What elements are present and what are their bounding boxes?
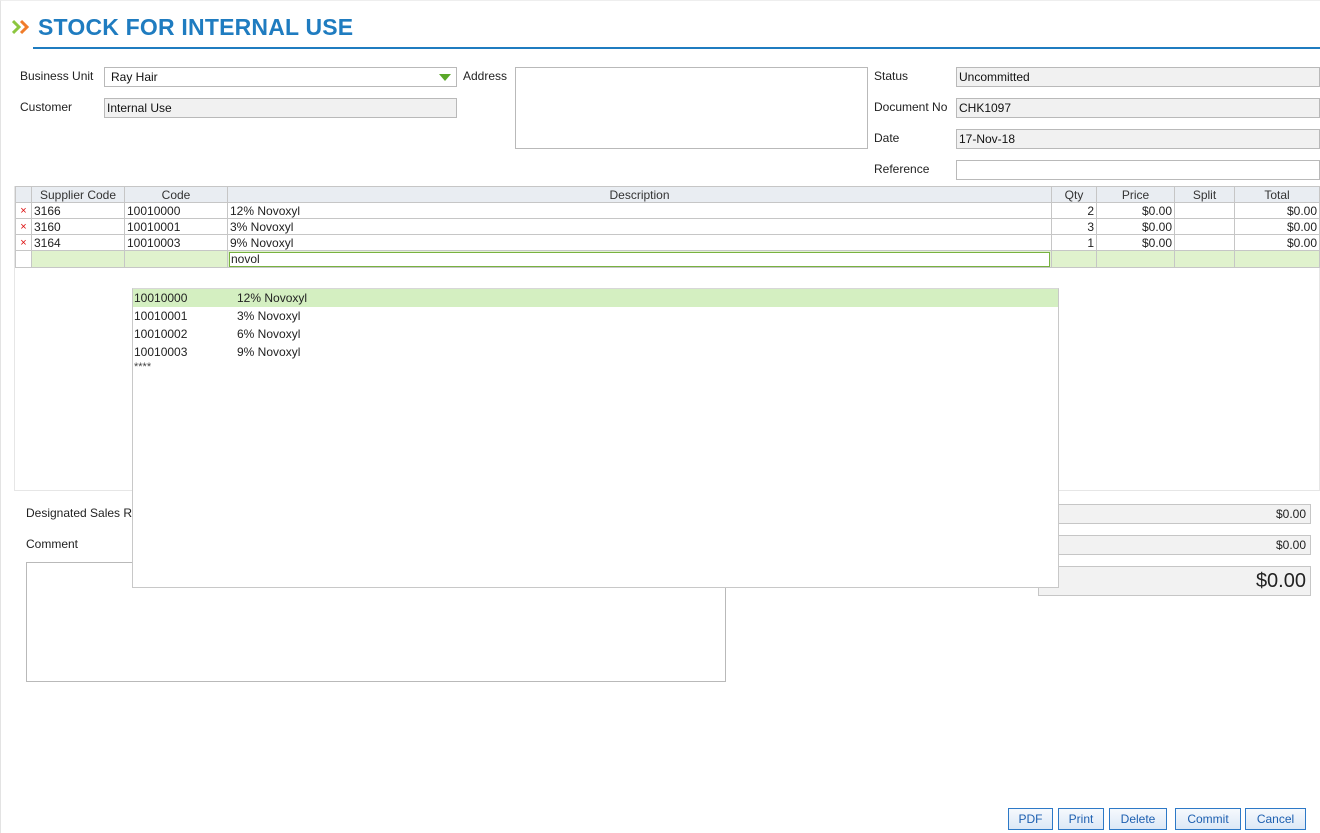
customer-field[interactable]: Internal Use (104, 98, 457, 118)
table-row[interactable]: × 3164 10010003 9% Novoxyl 1 $0.00 $0.00 (15, 234, 1320, 251)
cell-total: $0.00 (1234, 202, 1320, 219)
column-header[interactable]: Price (1096, 186, 1175, 203)
cell-split[interactable] (1174, 218, 1235, 235)
page-header: STOCK FOR INTERNAL USE (12, 12, 353, 42)
status-value: Uncommitted (959, 70, 1030, 84)
document-no-value: CHK1097 (959, 101, 1012, 115)
autocomplete-option[interactable]: 10010001 3% Novoxyl (133, 307, 1058, 325)
column-header[interactable]: Code (124, 186, 228, 203)
delete-button[interactable]: Delete (1109, 808, 1167, 830)
delete-row-icon[interactable]: × (15, 218, 32, 235)
address-textarea[interactable] (515, 67, 868, 149)
new-row-description-cell[interactable]: novol (227, 250, 1052, 268)
line-items-table: Supplier Code Code Description Qty Price… (15, 186, 1320, 268)
cell-price[interactable]: $0.00 (1096, 218, 1175, 235)
business-unit-value: Ray Hair (111, 70, 158, 84)
pdf-button[interactable]: PDF (1008, 808, 1053, 830)
comment-label: Comment (26, 537, 79, 551)
subtotal-field: $0.00 (1052, 504, 1311, 524)
date-label: Date (874, 131, 900, 145)
cell-supplier-code[interactable]: 3160 (31, 218, 125, 235)
description-input[interactable]: novol (229, 251, 1050, 267)
option-code: 10010003 (134, 345, 188, 359)
grand-total-field: $0.00 (1038, 566, 1311, 596)
option-code: 10010001 (134, 309, 188, 323)
customer-value: Internal Use (107, 101, 172, 115)
option-code: 10010000 (134, 291, 188, 305)
cell-price[interactable]: $0.00 (1096, 234, 1175, 251)
status-label: Status (874, 69, 909, 83)
new-row-price[interactable] (1096, 250, 1175, 268)
delete-row-icon[interactable]: × (15, 202, 32, 219)
cell-code[interactable]: 10010000 (124, 202, 228, 219)
document-no-label: Document No (874, 100, 948, 114)
business-unit-select[interactable]: Ray Hair (104, 67, 457, 87)
cell-qty[interactable]: 3 (1051, 218, 1097, 235)
column-header[interactable]: Split (1174, 186, 1235, 203)
page-title: STOCK FOR INTERNAL USE (38, 13, 354, 40)
new-row-supplier-code[interactable] (31, 250, 125, 268)
new-entry-row[interactable]: novol (15, 250, 1320, 268)
cell-total: $0.00 (1234, 234, 1320, 251)
status-field: Uncommitted (956, 67, 1320, 87)
cell-description[interactable]: 3% Novoxyl (227, 218, 1052, 235)
cell-split[interactable] (1174, 234, 1235, 251)
reference-label: Reference (874, 162, 930, 176)
table-row[interactable]: × 3160 10010001 3% Novoxyl 3 $0.00 $0.00 (15, 218, 1320, 235)
cancel-button[interactable]: Cancel (1245, 808, 1306, 830)
print-button[interactable]: Print (1058, 808, 1104, 830)
double-chevron-icon (12, 19, 34, 35)
cell-code[interactable]: 10010003 (124, 234, 228, 251)
autocomplete-option[interactable]: 10010000 12% Novoxyl (133, 289, 1058, 307)
option-description: 12% Novoxyl (237, 291, 308, 305)
column-header[interactable]: Supplier Code (31, 186, 125, 203)
delete-row-icon[interactable]: × (15, 234, 32, 251)
tax-field: $0.00 (1052, 535, 1311, 555)
new-row-qty[interactable] (1051, 250, 1097, 268)
column-header[interactable]: Total (1234, 186, 1320, 203)
column-header[interactable]: Description (227, 186, 1052, 203)
cell-qty[interactable]: 1 (1051, 234, 1097, 251)
table-row[interactable]: × 3166 10010000 12% Novoxyl 2 $0.00 $0.0… (15, 202, 1320, 219)
address-label: Address (463, 69, 508, 83)
document-no-field: CHK1097 (956, 98, 1320, 118)
cell-supplier-code[interactable]: 3164 (31, 234, 125, 251)
new-row-delete-cell (15, 250, 32, 268)
date-value: 17-Nov-18 (959, 132, 1016, 146)
cell-price[interactable]: $0.00 (1096, 202, 1175, 219)
cell-description[interactable]: 12% Novoxyl (227, 202, 1052, 219)
business-unit-label: Business Unit (20, 69, 94, 83)
date-field[interactable]: 17-Nov-18 (956, 129, 1320, 149)
new-row-split[interactable] (1174, 250, 1235, 268)
reference-input[interactable] (956, 160, 1320, 180)
cell-qty[interactable]: 2 (1051, 202, 1097, 219)
cell-supplier-code[interactable]: 3166 (31, 202, 125, 219)
designated-sales-label: Designated Sales R (26, 506, 133, 520)
option-description: 6% Novoxyl (237, 327, 301, 341)
option-description: 3% Novoxyl (237, 309, 301, 323)
new-row-total (1234, 250, 1320, 268)
autocomplete-dropdown: 10010000 12% Novoxyl 10010001 3% Novoxyl… (132, 288, 1059, 588)
option-code: 10010002 (134, 327, 188, 341)
column-header[interactable]: Qty (1051, 186, 1097, 203)
more-results-indicator[interactable]: **** (133, 361, 1058, 373)
cell-description[interactable]: 9% Novoxyl (227, 234, 1052, 251)
cell-total: $0.00 (1234, 218, 1320, 235)
autocomplete-option[interactable]: 10010003 9% Novoxyl (133, 343, 1058, 361)
title-divider (33, 47, 1320, 49)
cell-code[interactable]: 10010001 (124, 218, 228, 235)
dropdown-arrow-icon[interactable] (439, 74, 451, 81)
customer-label: Customer (20, 100, 73, 114)
option-description: 9% Novoxyl (237, 345, 301, 359)
cell-split[interactable] (1174, 202, 1235, 219)
table-header-row: Supplier Code Code Description Qty Price… (15, 186, 1320, 203)
new-row-code[interactable] (124, 250, 228, 268)
commit-button[interactable]: Commit (1175, 808, 1241, 830)
autocomplete-option[interactable]: 10010002 6% Novoxyl (133, 325, 1058, 343)
column-header-delete (15, 186, 32, 203)
